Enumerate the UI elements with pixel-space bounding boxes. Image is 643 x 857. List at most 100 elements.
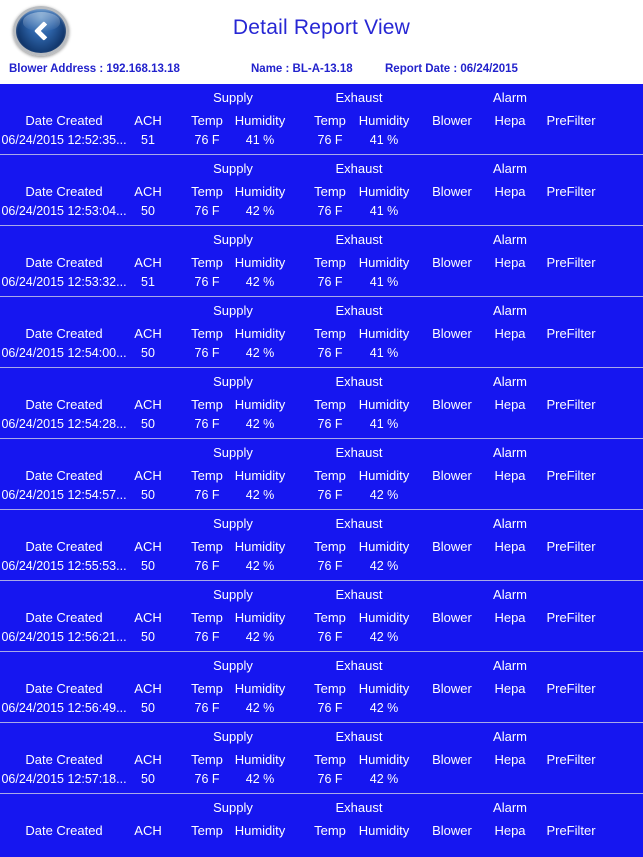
cell-supply-humidity: 42 % — [245, 630, 275, 644]
report-list[interactable]: Supply Exhaust Alarm Date Created ACH Te… — [0, 84, 643, 857]
cell-supply-temp: 76 F — [194, 559, 220, 573]
column-header-exhaust-humidity: Humidity — [358, 326, 410, 341]
report-meta-bar: Blower Address : 192.168.13.18 Name : BL… — [0, 60, 643, 84]
group-header-supply: Supply — [213, 374, 253, 389]
report-date-label: Report Date : 06/24/2015 — [385, 63, 518, 75]
group-header-alarm: Alarm — [493, 232, 527, 247]
group-header-alarm: Alarm — [493, 658, 527, 673]
cell-exhaust-temp: 76 F — [317, 488, 343, 502]
column-header-ach: ACH — [134, 184, 162, 199]
column-header-date-created: Date Created — [25, 468, 103, 483]
table-row[interactable]: Supply Exhaust Alarm Date Created ACH Te… — [0, 226, 643, 297]
column-header-hepa: Hepa — [494, 752, 526, 767]
group-header-exhaust: Exhaust — [335, 232, 383, 247]
column-header-date-created: Date Created — [25, 255, 103, 270]
cell-exhaust-temp: 76 F — [317, 346, 343, 360]
column-header-prefilter: PreFilter — [546, 326, 596, 341]
column-header-supply-temp: Temp — [191, 539, 223, 554]
cell-exhaust-temp: 76 F — [317, 772, 343, 786]
cell-supply-temp: 76 F — [194, 488, 220, 502]
cell-supply-humidity: 41 % — [245, 133, 275, 147]
column-header-supply-humidity: Humidity — [234, 539, 286, 554]
cell-supply-humidity: 42 % — [245, 346, 275, 360]
column-header-prefilter: PreFilter — [546, 539, 596, 554]
cell-supply-humidity: 42 % — [245, 417, 275, 431]
column-header-ach: ACH — [134, 539, 162, 554]
cell-exhaust-humidity: 41 % — [369, 275, 399, 289]
column-header-blower: Blower — [432, 752, 472, 767]
column-header-ach: ACH — [134, 326, 162, 341]
group-header-alarm: Alarm — [493, 445, 527, 460]
cell-supply-humidity: 42 % — [245, 701, 275, 715]
column-header-supply-temp: Temp — [191, 823, 223, 838]
column-header-exhaust-temp: Temp — [314, 113, 346, 128]
column-header-supply-humidity: Humidity — [234, 397, 286, 412]
column-header-supply-humidity: Humidity — [234, 752, 286, 767]
cell-exhaust-humidity: 42 % — [369, 630, 399, 644]
column-header-exhaust-temp: Temp — [314, 539, 346, 554]
table-row[interactable]: Supply Exhaust Alarm Date Created ACH Te… — [0, 794, 643, 857]
cell-date-created: 06/24/2015 12:56:21... — [1, 630, 127, 644]
column-header-supply-humidity: Humidity — [234, 468, 286, 483]
group-header-exhaust: Exhaust — [335, 161, 383, 176]
table-row[interactable]: Supply Exhaust Alarm Date Created ACH Te… — [0, 439, 643, 510]
group-header-exhaust: Exhaust — [335, 800, 383, 815]
column-header-blower: Blower — [432, 823, 472, 838]
table-row[interactable]: Supply Exhaust Alarm Date Created ACH Te… — [0, 723, 643, 794]
group-header-exhaust: Exhaust — [335, 303, 383, 318]
column-header-exhaust-temp: Temp — [314, 184, 346, 199]
detail-report-view-screen: Detail Report View Blower Address : 192.… — [0, 0, 643, 857]
table-row[interactable]: Supply Exhaust Alarm Date Created ACH Te… — [0, 84, 643, 155]
column-header-hepa: Hepa — [494, 397, 526, 412]
column-header-supply-humidity: Humidity — [234, 326, 286, 341]
column-header-date-created: Date Created — [25, 113, 103, 128]
group-header-supply: Supply — [213, 161, 253, 176]
group-header-supply: Supply — [213, 303, 253, 318]
column-header-date-created: Date Created — [25, 397, 103, 412]
column-header-supply-temp: Temp — [191, 184, 223, 199]
column-header-blower: Blower — [432, 184, 472, 199]
column-header-ach: ACH — [134, 610, 162, 625]
column-header-ach: ACH — [134, 752, 162, 767]
column-header-date-created: Date Created — [25, 539, 103, 554]
group-header-exhaust: Exhaust — [335, 516, 383, 531]
table-row[interactable]: Supply Exhaust Alarm Date Created ACH Te… — [0, 652, 643, 723]
column-header-prefilter: PreFilter — [546, 113, 596, 128]
cell-exhaust-humidity: 41 % — [369, 346, 399, 360]
table-row[interactable]: Supply Exhaust Alarm Date Created ACH Te… — [0, 510, 643, 581]
column-header-hepa: Hepa — [494, 326, 526, 341]
column-header-exhaust-humidity: Humidity — [358, 752, 410, 767]
cell-exhaust-temp: 76 F — [317, 204, 343, 218]
cell-ach: 50 — [141, 346, 155, 360]
group-header-supply: Supply — [213, 516, 253, 531]
column-header-hepa: Hepa — [494, 610, 526, 625]
column-header-prefilter: PreFilter — [546, 681, 596, 696]
column-header-blower: Blower — [432, 255, 472, 270]
cell-supply-temp: 76 F — [194, 133, 220, 147]
column-header-exhaust-temp: Temp — [314, 397, 346, 412]
column-header-date-created: Date Created — [25, 823, 103, 838]
table-row[interactable]: Supply Exhaust Alarm Date Created ACH Te… — [0, 297, 643, 368]
column-header-ach: ACH — [134, 468, 162, 483]
cell-supply-humidity: 42 % — [245, 772, 275, 786]
cell-date-created: 06/24/2015 12:53:32... — [1, 275, 127, 289]
column-header-exhaust-humidity: Humidity — [358, 184, 410, 199]
column-header-supply-temp: Temp — [191, 752, 223, 767]
column-header-supply-humidity: Humidity — [234, 823, 286, 838]
table-row[interactable]: Supply Exhaust Alarm Date Created ACH Te… — [0, 581, 643, 652]
page-title: Detail Report View — [232, 16, 411, 39]
table-row[interactable]: Supply Exhaust Alarm Date Created ACH Te… — [0, 155, 643, 226]
column-header-date-created: Date Created — [25, 752, 103, 767]
table-row[interactable]: Supply Exhaust Alarm Date Created ACH Te… — [0, 368, 643, 439]
column-header-supply-temp: Temp — [191, 255, 223, 270]
group-header-alarm: Alarm — [493, 161, 527, 176]
cell-ach: 51 — [141, 275, 155, 289]
cell-ach: 50 — [141, 204, 155, 218]
column-header-exhaust-humidity: Humidity — [358, 255, 410, 270]
column-header-blower: Blower — [432, 326, 472, 341]
column-header-blower: Blower — [432, 113, 472, 128]
column-header-blower: Blower — [432, 397, 472, 412]
column-header-exhaust-temp: Temp — [314, 255, 346, 270]
cell-supply-temp: 76 F — [194, 275, 220, 289]
cell-supply-temp: 76 F — [194, 701, 220, 715]
